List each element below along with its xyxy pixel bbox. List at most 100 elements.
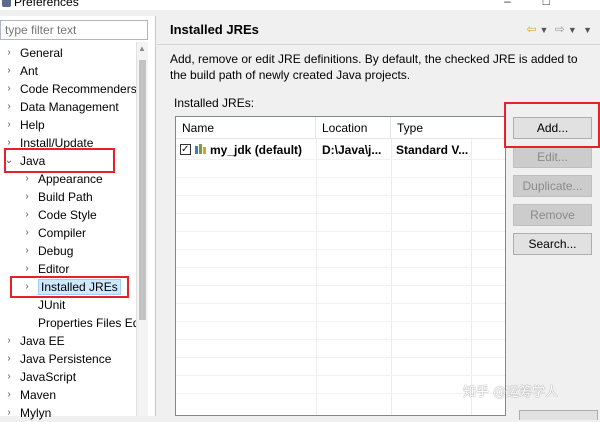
tree-item[interactable]: Properties Files Ed <box>0 314 140 332</box>
tree-item-label: Code Recommenders <box>20 82 137 96</box>
app-icon <box>2 0 11 7</box>
tree-item-label: JUnit <box>38 298 66 312</box>
tree-item[interactable]: › Help <box>0 116 136 134</box>
highlight-add-button <box>504 102 600 148</box>
scrollbar-thumb[interactable] <box>139 60 146 320</box>
tree-item[interactable]: › Maven <box>0 386 136 404</box>
tree-item[interactable]: › JavaScript <box>0 368 136 386</box>
bottom-button-partial[interactable] <box>519 410 598 420</box>
chevron-right-icon[interactable]: › <box>4 98 14 116</box>
chevron-right-icon[interactable]: › <box>22 188 32 206</box>
tree-item[interactable]: › General <box>0 44 136 62</box>
chevron-right-icon[interactable]: › <box>4 116 14 134</box>
page-title: Installed JREs <box>170 22 259 37</box>
table-row[interactable]: ✓ my_jdk (default) D:\Java\j... Standard … <box>176 141 505 159</box>
back-arrow-icon[interactable]: ⇦ <box>526 22 536 36</box>
forward-dropdown-icon[interactable]: ▼ <box>568 25 577 35</box>
remove-button[interactable]: Remove <box>513 204 592 226</box>
tree-item[interactable]: › Mylyn <box>0 404 136 422</box>
minimize-button[interactable]: – <box>504 0 543 8</box>
watermark: 知乎 @运筹学人 <box>463 385 559 400</box>
chevron-right-icon[interactable]: › <box>4 386 14 404</box>
chevron-right-icon[interactable]: › <box>22 206 32 224</box>
highlight-installed-jres <box>10 276 129 298</box>
header-separator <box>157 44 600 45</box>
row-divider <box>176 357 505 358</box>
tree-item[interactable]: › Data Management <box>0 98 136 116</box>
tree-item[interactable]: › Java EE <box>0 332 136 350</box>
forward-arrow-icon[interactable]: ⇨ <box>555 22 565 36</box>
tree-item-label: Compiler <box>38 226 87 240</box>
duplicate-button[interactable]: Duplicate... <box>513 175 592 197</box>
chevron-right-icon[interactable]: › <box>4 368 14 386</box>
tree-item[interactable]: › Debug <box>0 242 136 260</box>
title-bar: Preferences –□ <box>0 0 600 10</box>
row-divider <box>176 159 505 160</box>
chevron-right-icon[interactable]: › <box>22 242 32 260</box>
column-divider <box>316 139 317 415</box>
preferences-nav-pane: › General › Ant › Code Recommenders › Data Mana… <box>0 16 156 420</box>
tree-item-label: Build Path <box>38 190 93 204</box>
page-description: Add, remove or edit JRE definitions. By … <box>170 52 578 82</box>
jre-type: Standard V... <box>396 143 468 157</box>
preference-page: Installed JREs ⇦ ▼ ⇨ ▼ ▼ Add, remove or ed… <box>157 16 600 420</box>
tree-item[interactable]: › Java Persistence <box>0 350 136 368</box>
chevron-right-icon[interactable]: › <box>4 44 14 62</box>
row-divider <box>176 213 505 214</box>
jre-location: D:\Java\j... <box>322 143 382 157</box>
tree-item[interactable]: › Code Recommenders <box>0 80 136 98</box>
tree-item[interactable]: › Build Path <box>0 188 136 206</box>
jre-name-cell: ✓ my_jdk (default) <box>180 141 314 159</box>
table-header: Name Location Type <box>176 117 505 139</box>
tree-item-label: Java Persistence <box>20 352 112 366</box>
tree-item-label: Ant <box>20 64 39 78</box>
menu-dropdown-icon[interactable]: ▼ <box>583 25 592 35</box>
jre-name: my_jdk (default) <box>210 143 303 157</box>
highlight-java <box>4 148 115 173</box>
tree-item[interactable]: › Code Style <box>0 206 136 224</box>
tree-item-label: Help <box>20 118 45 132</box>
edit-button[interactable]: Edit... <box>513 146 592 168</box>
chevron-right-icon[interactable]: › <box>4 332 14 350</box>
chevron-right-icon[interactable]: › <box>4 62 14 80</box>
chevron-right-icon[interactable]: › <box>4 80 14 98</box>
row-divider <box>176 303 505 304</box>
row-divider <box>176 375 505 376</box>
tree-item-label: Debug <box>38 244 74 258</box>
chevron-right-icon[interactable]: › <box>4 350 14 368</box>
preferences-tree: › General › Ant › Code Recommenders › Data Mana… <box>0 44 140 422</box>
chevron-right-icon[interactable]: › <box>22 224 32 242</box>
tree-item[interactable]: › Compiler <box>0 224 136 242</box>
installed-jres-table: Name Location Type ✓ my_jdk (default) D:\… <box>175 116 506 416</box>
row-divider <box>176 321 505 322</box>
column-divider <box>391 139 392 415</box>
back-dropdown-icon[interactable]: ▼ <box>539 25 548 35</box>
column-header-name[interactable]: Name <box>176 117 316 139</box>
tree-item-label: General <box>20 46 63 60</box>
tree-scrollbar[interactable]: ▲ <box>136 42 148 416</box>
maximize-button[interactable]: □ <box>543 0 582 8</box>
row-divider <box>176 195 505 196</box>
scroll-up-icon[interactable]: ▲ <box>138 44 146 53</box>
column-header-location[interactable]: Location <box>316 117 391 139</box>
tree-item[interactable]: JUnit <box>0 296 136 314</box>
tree-item[interactable]: › Ant <box>0 62 136 80</box>
tree-item-label: Properties Files Ed <box>38 316 140 330</box>
window-controls[interactable]: –□ <box>504 0 582 8</box>
column-header-type[interactable]: Type <box>391 117 471 139</box>
default-jre-checkbox[interactable]: ✓ <box>180 144 191 155</box>
row-divider <box>176 285 505 286</box>
row-divider <box>176 267 505 268</box>
chevron-right-icon[interactable]: › <box>4 404 14 422</box>
row-divider <box>176 231 505 232</box>
tree-item-label: Code Style <box>38 208 97 222</box>
installed-jres-label: Installed JREs: <box>174 96 255 110</box>
tree-item-label: Mylyn <box>20 406 52 420</box>
tree-item-label: JavaScript <box>20 370 77 384</box>
row-divider <box>176 393 505 394</box>
window-title: Preferences <box>14 0 79 9</box>
filter-input[interactable] <box>0 20 148 40</box>
search-button[interactable]: Search... <box>513 233 592 255</box>
tree-item-label: Data Management <box>20 100 119 114</box>
row-divider <box>176 249 505 250</box>
